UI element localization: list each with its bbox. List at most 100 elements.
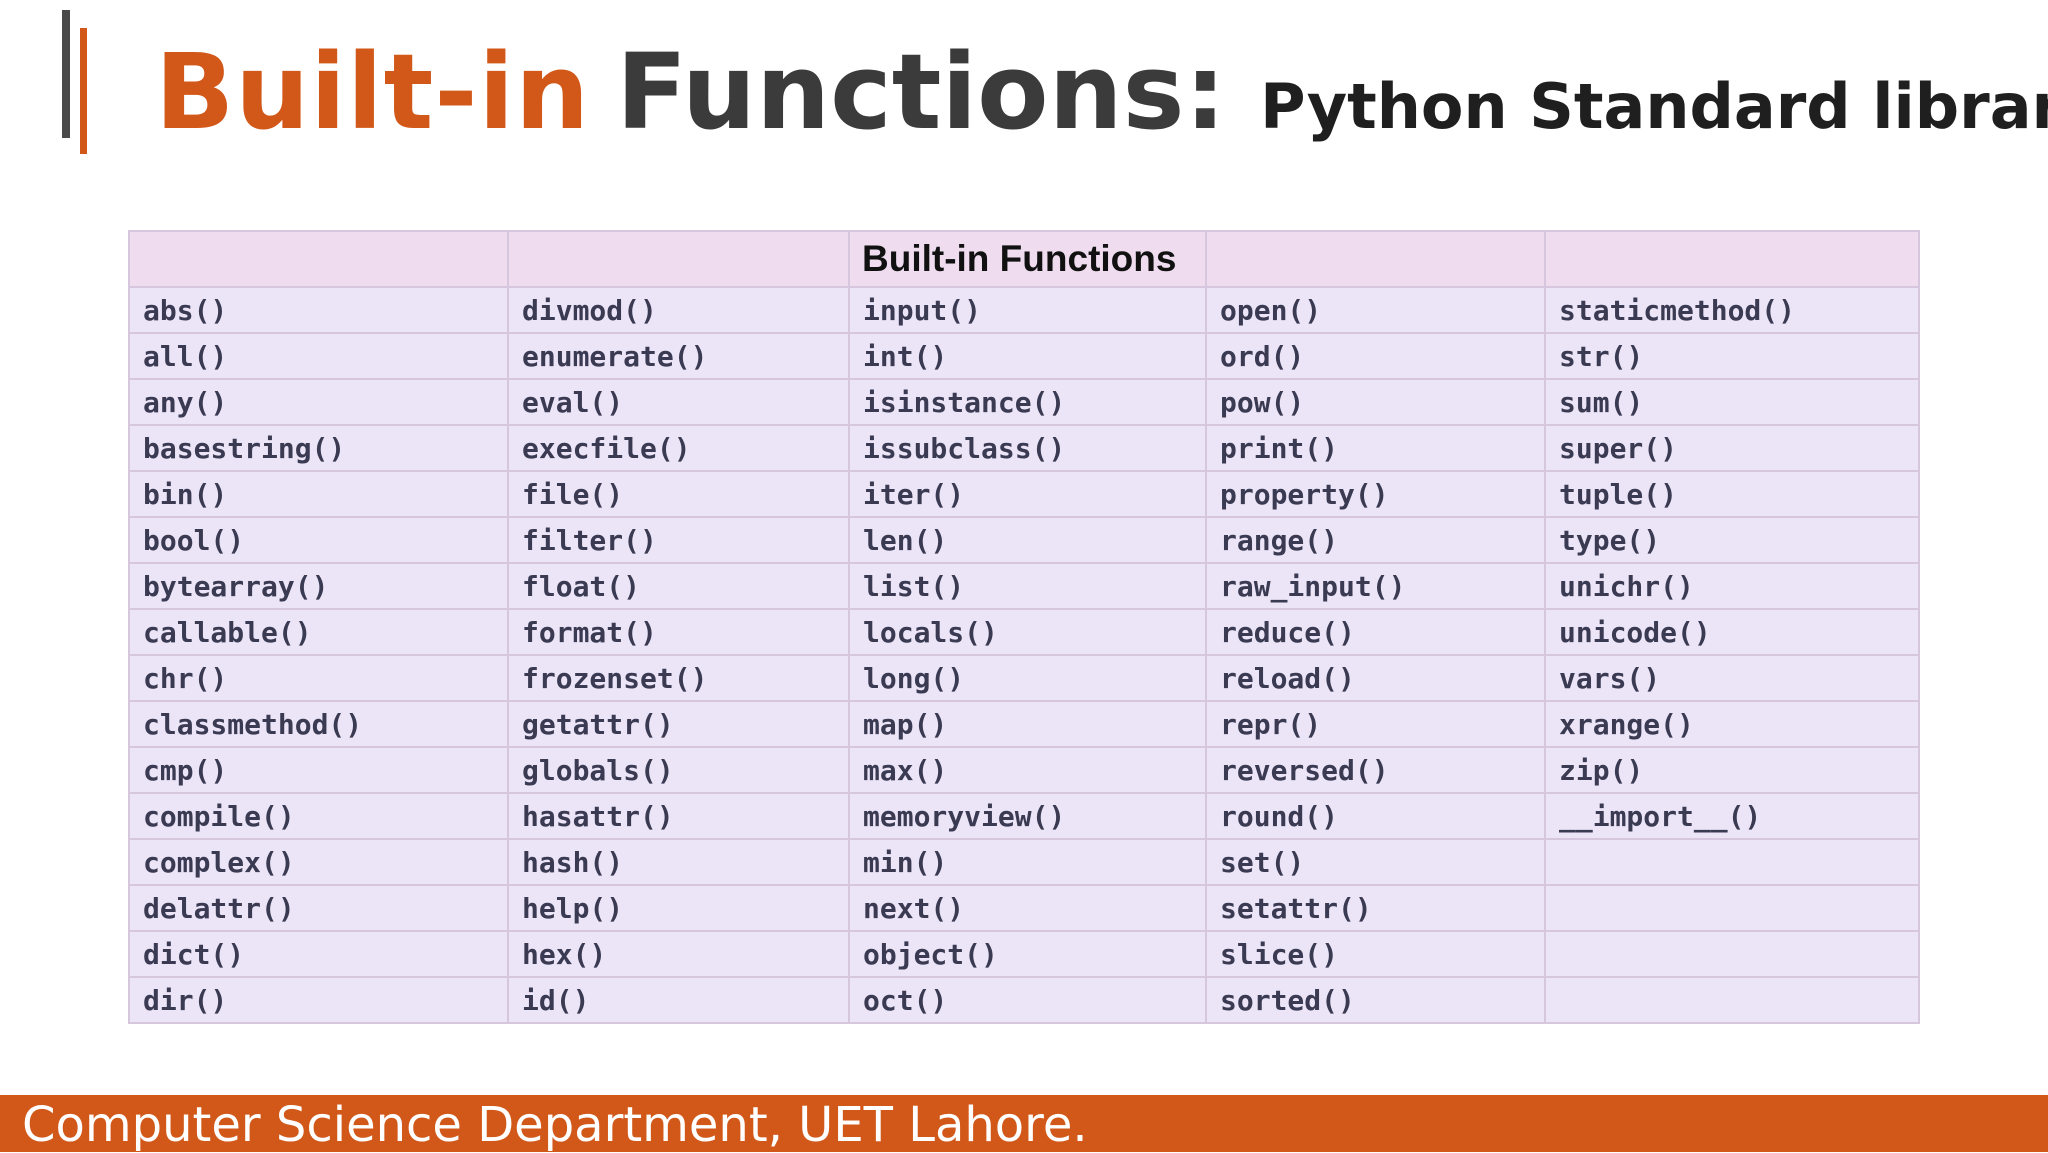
function-cell: open(): [1205, 286, 1546, 334]
function-cell: hasattr(): [507, 792, 850, 840]
function-cell: print(): [1205, 424, 1546, 472]
function-cell: memoryview(): [848, 792, 1207, 840]
function-cell: hash(): [507, 838, 850, 886]
function-cell: abs(): [128, 286, 509, 334]
function-cell: cmp(): [128, 746, 509, 794]
table-row: callable() format() locals() reduce() unicod…: [128, 608, 1920, 656]
table-row: compile() hasattr() memoryview() round() __i…: [128, 792, 1920, 840]
table-row: chr() frozenset() long() reload() vars(): [128, 654, 1920, 702]
function-cell: [1544, 884, 1920, 932]
function-cell: super(): [1544, 424, 1920, 472]
function-cell: input(): [848, 286, 1207, 334]
function-cell: str(): [1544, 332, 1920, 380]
table-row: dir() id() oct() sorted(): [128, 976, 1920, 1024]
function-cell: [1544, 930, 1920, 978]
function-cell: property(): [1205, 470, 1546, 518]
function-cell: sum(): [1544, 378, 1920, 426]
function-cell: zip(): [1544, 746, 1920, 794]
table-row: bin() file() iter() property() tuple(): [128, 470, 1920, 518]
accent-bar-orange: [80, 28, 87, 154]
table-row: delattr() help() next() setattr(): [128, 884, 1920, 932]
function-cell: reversed(): [1205, 746, 1546, 794]
function-cell: tuple(): [1544, 470, 1920, 518]
function-cell: ord(): [1205, 332, 1546, 380]
function-cell: eval(): [507, 378, 850, 426]
function-cell: range(): [1205, 516, 1546, 564]
table-header-cell: [128, 230, 509, 288]
function-cell: setattr(): [1205, 884, 1546, 932]
function-cell: float(): [507, 562, 850, 610]
function-cell: min(): [848, 838, 1207, 886]
function-cell: complex(): [128, 838, 509, 886]
function-cell: max(): [848, 746, 1207, 794]
function-cell: xrange(): [1544, 700, 1920, 748]
function-cell: object(): [848, 930, 1207, 978]
slide-title: Built-in Functions: Python Standard librar…: [155, 40, 2048, 144]
function-cell: sorted(): [1205, 976, 1546, 1024]
function-cell: compile(): [128, 792, 509, 840]
title-built-in: Built-in: [155, 31, 591, 153]
table-row: dict() hex() object() slice(): [128, 930, 1920, 978]
title-functions: Functions:: [616, 31, 1227, 153]
function-cell: unicode(): [1544, 608, 1920, 656]
function-cell: callable(): [128, 608, 509, 656]
table-header-cell: [507, 230, 850, 288]
function-cell: dir(): [128, 976, 509, 1024]
accent-bar-dark: [62, 10, 70, 138]
table-row: abs() divmod() input() open() staticmethod(): [128, 286, 1920, 334]
function-cell: list(): [848, 562, 1207, 610]
table-row: cmp() globals() max() reversed() zip(): [128, 746, 1920, 794]
table-row: bytearray() float() list() raw_input() unich…: [128, 562, 1920, 610]
function-cell: raw_input(): [1205, 562, 1546, 610]
table-row: any() eval() isinstance() pow() sum(): [128, 378, 1920, 426]
function-cell: hex(): [507, 930, 850, 978]
function-cell: map(): [848, 700, 1207, 748]
function-cell: repr(): [1205, 700, 1546, 748]
function-cell: getattr(): [507, 700, 850, 748]
function-cell: filter(): [507, 516, 850, 564]
builtin-functions-table: Built-in Functions abs() divmod() input() o…: [128, 230, 1920, 1024]
function-cell: any(): [128, 378, 509, 426]
function-cell: frozenset(): [507, 654, 850, 702]
function-cell: isinstance(): [848, 378, 1207, 426]
function-cell: staticmethod(): [1544, 286, 1920, 334]
footer-text: Computer Science Department, UET Lahore.: [22, 1097, 1088, 1153]
function-cell: divmod(): [507, 286, 850, 334]
table-header-row: Built-in Functions: [128, 230, 1920, 288]
function-cell: chr(): [128, 654, 509, 702]
function-cell: file(): [507, 470, 850, 518]
table-row: basestring() execfile() issubclass() print(…: [128, 424, 1920, 472]
function-cell: type(): [1544, 516, 1920, 564]
table-row: all() enumerate() int() ord() str(): [128, 332, 1920, 380]
function-cell: issubclass(): [848, 424, 1207, 472]
function-cell: next(): [848, 884, 1207, 932]
function-cell: pow(): [1205, 378, 1546, 426]
table-body: abs() divmod() input() open() staticmethod()…: [128, 286, 1920, 1024]
function-cell: [1544, 838, 1920, 886]
function-cell: oct(): [848, 976, 1207, 1024]
function-cell: help(): [507, 884, 850, 932]
function-cell: unichr(): [1544, 562, 1920, 610]
function-cell: reduce(): [1205, 608, 1546, 656]
function-cell: id(): [507, 976, 850, 1024]
function-cell: execfile(): [507, 424, 850, 472]
function-cell: __import__(): [1544, 792, 1920, 840]
function-cell: dict(): [128, 930, 509, 978]
function-cell: enumerate(): [507, 332, 850, 380]
table-row: complex() hash() min() set(): [128, 838, 1920, 886]
function-cell: bytearray(): [128, 562, 509, 610]
table-header-cell: [1544, 230, 1920, 288]
table-row: bool() filter() len() range() type(): [128, 516, 1920, 564]
function-cell: bin(): [128, 470, 509, 518]
table-header-cell: [1205, 230, 1546, 288]
function-cell: len(): [848, 516, 1207, 564]
function-cell: all(): [128, 332, 509, 380]
function-cell: reload(): [1205, 654, 1546, 702]
table-row: classmethod() getattr() map() repr() xrange(…: [128, 700, 1920, 748]
function-cell: set(): [1205, 838, 1546, 886]
function-cell: slice(): [1205, 930, 1546, 978]
function-cell: long(): [848, 654, 1207, 702]
function-cell: int(): [848, 332, 1207, 380]
function-cell: [1544, 976, 1920, 1024]
function-cell: classmethod(): [128, 700, 509, 748]
